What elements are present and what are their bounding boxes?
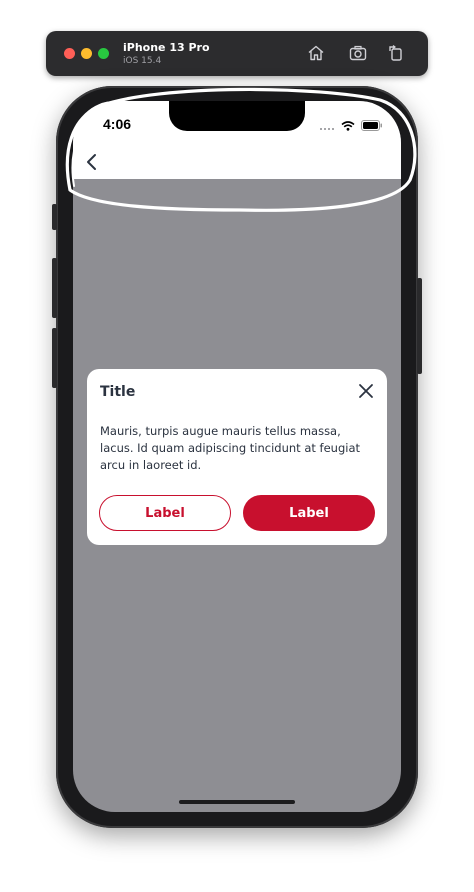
primary-button-label: Label — [289, 505, 329, 521]
wifi-icon — [341, 118, 355, 136]
battery-icon — [361, 118, 383, 136]
simulator-toolbar: iPhone 13 Pro iOS 15.4 — [46, 31, 428, 76]
minimize-window-button[interactable] — [81, 48, 92, 59]
home-indicator — [179, 800, 295, 804]
device-name: iPhone 13 Pro — [123, 41, 210, 54]
mute-switch — [52, 204, 57, 230]
primary-button[interactable]: Label — [243, 495, 375, 531]
rotate-icon[interactable] — [386, 43, 406, 63]
dialog-body: Mauris, turpis augue mauris tellus massa… — [100, 424, 361, 472]
status-bar: 4:06 — [73, 101, 401, 145]
secondary-button[interactable]: Label — [99, 495, 231, 531]
power-button — [417, 278, 422, 374]
phone-screen: 4:06 Title Mauris, turpis augue mauris t… — [73, 101, 401, 812]
home-icon[interactable] — [306, 43, 326, 63]
notch — [169, 101, 305, 131]
dialog: Title Mauris, turpis augue mauris tellus… — [87, 369, 387, 545]
nav-bar — [73, 145, 401, 179]
close-icon[interactable] — [357, 382, 375, 400]
secondary-button-label: Label — [145, 505, 185, 521]
chevron-left-icon[interactable] — [79, 149, 105, 175]
volume-down-button — [52, 328, 57, 388]
dialog-title: Title — [100, 384, 136, 400]
close-window-button[interactable] — [64, 48, 75, 59]
screenshot-icon[interactable] — [348, 43, 368, 63]
volume-up-button — [52, 258, 57, 318]
status-time: 4:06 — [103, 116, 132, 132]
signal-icon — [319, 118, 335, 136]
status-icons — [319, 118, 383, 136]
zoom-window-button[interactable] — [98, 48, 109, 59]
os-version: iOS 15.4 — [123, 56, 162, 66]
